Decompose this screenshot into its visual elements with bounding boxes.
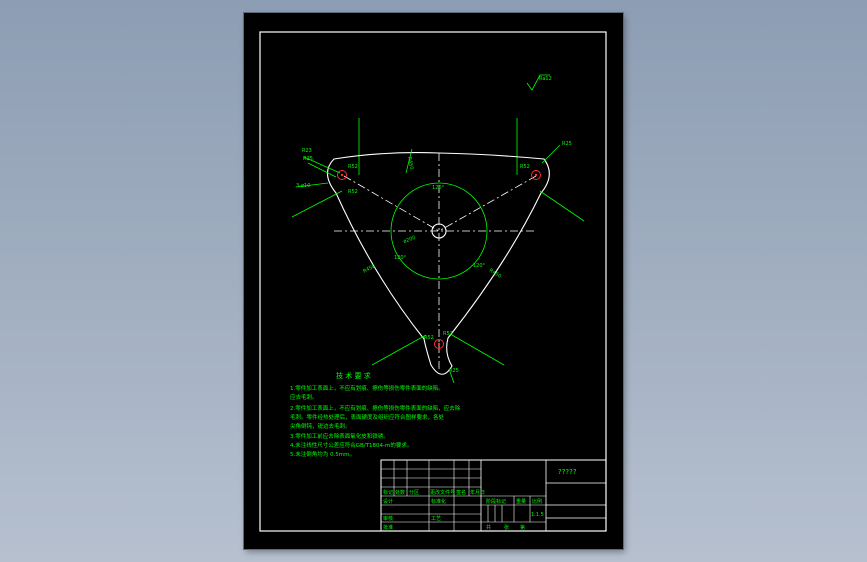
leader-r25-right [541,144,561,164]
tb-sheets: 张 [504,524,509,531]
drawing-sheet: Ra12 R23 R25 R25 R25 R52 R52 R52 R52 R52… [244,13,623,549]
note-2: 2.零件加工表面上，不应有划痕、擦伤等损伤零件表面的缺陷，应去除 [290,404,461,412]
label-dia-circle: ø200 [403,235,417,245]
note-3: 3.零件加工前应去除表面氧化皮和铁锈。 [290,432,389,440]
dim-line-left [291,190,343,218]
tb-doc-no: 更改文件号 [430,489,455,496]
tb-design: 设计 [383,498,393,505]
label-r25-left: R25 [303,156,313,162]
notes-title: 技 术 要 求 [336,371,371,380]
dim-line-right [539,190,585,222]
note-5: 5.未注倒角均为 0.5mm。 [290,450,355,458]
label-angle-right: 120° [473,263,486,269]
title-block: ????? 标记 处数 分区 更改文件号 签名 年月日 设计 标准化 阶段标记 … [380,459,607,532]
tb-count: 处数 [395,489,405,496]
label-r52-left-top: R52 [348,164,358,170]
tb-stage-mark: 阶段标记 [486,498,506,505]
cad-drawing: Ra12 R23 R25 R25 R25 R52 R52 R52 R52 R52… [259,31,607,532]
label-r25-bottom: R25 [449,368,459,374]
dim-line-bottom-right [451,334,505,366]
drawing-name: ????? [558,468,577,476]
label-r52-bottom-right: R52 [443,331,453,337]
tb-standard: 标准化 [431,498,446,505]
tb-page: 第 [520,524,525,531]
note-1b: 应去毛刺。 [290,393,318,401]
tb-check: 审核 [383,515,393,522]
center-line-right [438,175,537,232]
label-r25-right: R25 [562,141,572,147]
tb-total: 共 [486,524,491,531]
note-4: 4.未注线性尺寸公差应符合GB/T1804-m的要求。 [290,441,412,449]
tb-sign: 签名 [456,489,466,496]
surface-finish-label: Ra12 [539,76,552,82]
tb-approve: 批准 [383,524,393,531]
label-r52-bottom-left: R52 [424,335,434,341]
label-r450-right: R450 [488,268,502,280]
note-2b: 毛刺。零件经热处理后，表面硬度及组织应符合图样要求，各处 [290,413,445,421]
surface-finish-mark: Ra12 [526,74,552,91]
label-holes: 3-ø10 [296,183,310,189]
tb-weight: 重量 [516,498,526,505]
mount-hole-left [337,170,347,180]
label-r23: R23 [302,148,312,154]
technical-notes: 技 术 要 求 1.零件加工表面上，不应有划痕、擦伤等损伤零件表面的缺陷。 应去… [290,371,461,458]
tb-date: 年月日 [470,489,485,496]
label-angle-top: 120° [432,185,445,191]
label-r450-left: R450 [362,263,376,274]
tb-scale-value: 1:1.5 [531,512,544,518]
label-r52-left-mid: R52 [348,189,358,195]
note-2c: 尖角倒钝，锐边去毛刺。 [290,422,351,430]
tb-zone: 分区 [409,489,419,496]
label-r52-right: R52 [520,164,530,170]
mount-hole-right [531,170,541,180]
tb-scale: 比例 [532,498,542,505]
label-angle-left: 120° [394,255,407,261]
dim-line-bottom-left [371,334,427,366]
note-1: 1.零件加工表面上，不应有划痕、擦伤等损伤零件表面的缺陷。 [290,384,444,392]
tb-mark: 标记 [383,489,393,496]
tb-process: 工艺 [431,516,441,522]
